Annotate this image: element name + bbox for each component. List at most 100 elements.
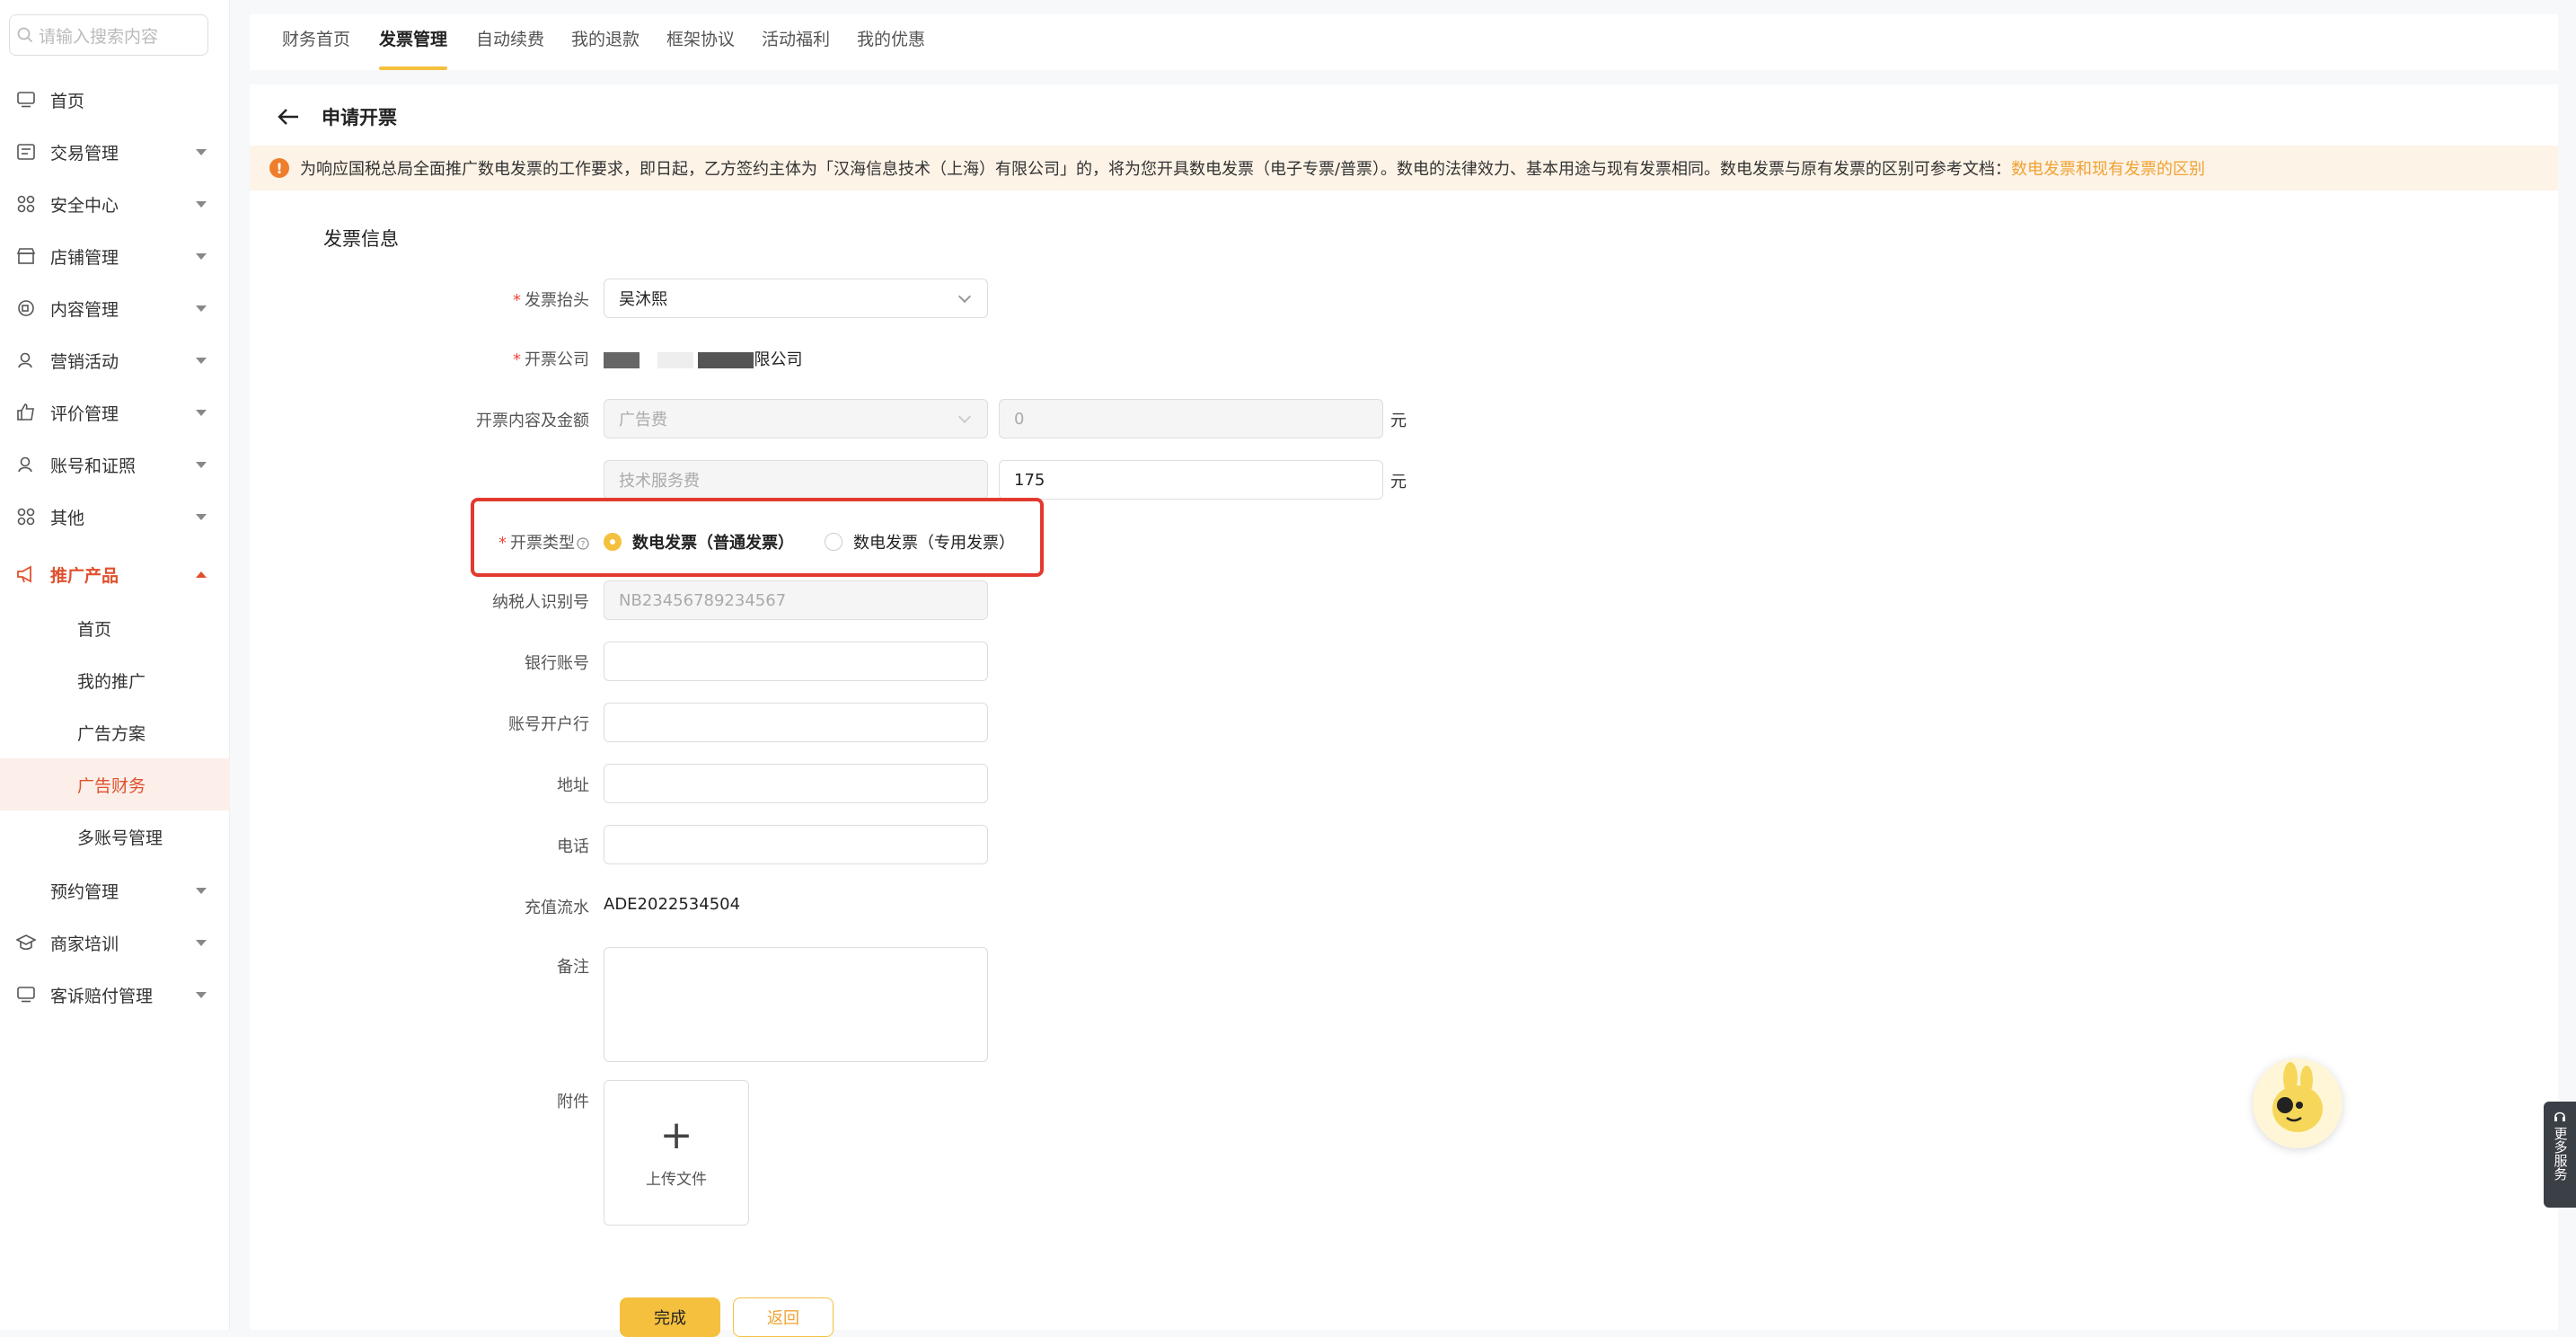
bank-name-label: 账号开户行 [508,715,589,734]
sidebar-item-label: 其他 [50,508,85,528]
chevron-down-icon [196,252,207,260]
sidebar-item-marketing[interactable]: 营销活动 [0,334,230,386]
chevron-down-icon [196,305,207,312]
tab-finance-home[interactable]: 财务首页 [282,14,350,70]
amount1-input: 0 [999,399,1383,438]
assistant-mascot-icon[interactable] [2253,1058,2342,1148]
invoice-title-label: * 发票抬头 [513,291,589,310]
sidebar-subitem-multi-account[interactable]: 多账号管理 [0,810,230,863]
megaphone-icon [16,564,36,584]
sidebar-subitem-my-promotion[interactable]: 我的推广 [0,654,230,706]
sidebar-item-content[interactable]: 内容管理 [0,282,230,334]
amount2-input[interactable]: 175 [999,460,1383,500]
sidebar-item-label: 评价管理 [50,403,119,424]
yuan-unit: 元 [1390,473,1407,491]
invoice-title-select[interactable]: 吴沐熙 [604,279,988,318]
sidebar-subitem-ad-finance[interactable]: 广告财务 [0,758,230,810]
back-button[interactable]: 返回 [733,1297,834,1337]
remark-textarea[interactable] [604,947,988,1062]
chevron-down-icon [196,461,207,468]
top-tabs: 财务首页 发票管理 自动续费 我的退款 框架协议 活动福利 我的优惠 [250,14,2558,70]
sidebar-subitem-ad-plan[interactable]: 广告方案 [0,706,230,758]
bank-name-input[interactable] [604,703,988,742]
sidebar-item-label: 营销活动 [50,351,119,372]
sidebar-item-security[interactable]: 安全中心 [0,178,230,230]
invoice-title-value: 吴沐熙 [619,290,667,309]
content2-select: 技术服务费 [604,460,988,500]
taxpayer-id-value: NB23456789234567 [619,590,787,610]
tab-auto-renew[interactable]: 自动续费 [476,14,544,70]
sidebar-item-training[interactable]: 商家培训 [0,916,230,969]
phone-input[interactable] [604,825,988,864]
chevron-down-icon [196,991,207,998]
chevron-down-icon [196,513,207,520]
sidebar-item-complaints[interactable]: 客诉赔付管理 [0,969,230,1021]
taxpayer-id-input: NB23456789234567 [604,580,988,620]
sidebar-item-trade[interactable]: 交易管理 [0,126,230,178]
tab-invoice-management[interactable]: 发票管理 [379,14,448,70]
search-input[interactable]: 请输入搜索内容 [9,14,208,56]
sidebar-item-other[interactable]: 其他 [0,491,230,543]
search-placeholder: 请输入搜索内容 [39,26,159,47]
tab-activity-benefits[interactable]: 活动福利 [762,14,830,70]
sidebar-item-label: 首页 [50,91,85,111]
highlight-box [471,498,1044,577]
yuan-unit: 元 [1390,412,1407,430]
sidebar-item-booking[interactable]: 预约管理 [0,864,230,916]
redacted-block [657,352,693,368]
school-icon [16,933,36,952]
page-title: 申请开票 [322,107,397,128]
chevron-down-icon [196,200,207,208]
content2-value: 技术服务费 [619,472,700,491]
recharge-flow-value: ADE2022534504 [604,895,741,914]
sidebar-item-promotion[interactable]: 推广产品 [0,548,230,600]
sidebar-item-label: 交易管理 [50,143,119,164]
plus-icon: + [659,1111,693,1158]
taxpayer-id-label: 纳税人识别号 [492,593,589,612]
back-arrow-icon[interactable] [277,107,300,127]
bank-account-input[interactable] [604,642,988,681]
upload-file-button[interactable]: + 上传文件 [604,1080,749,1226]
submit-button[interactable]: 完成 [620,1297,720,1337]
tab-my-refunds[interactable]: 我的退款 [571,14,640,70]
sidebar-item-label: 账号和证照 [50,456,137,476]
redacted-block [604,352,640,368]
content-icon [16,298,36,318]
headset-icon [2554,1111,2565,1121]
sidebar-item-label: 预约管理 [50,881,119,902]
sidebar-subitem-label: 多账号管理 [77,828,163,848]
remark-label: 备注 [557,958,589,977]
notice-link[interactable]: 数电发票和现有发票的区别 [2011,156,2205,180]
sidebar-subitem-home[interactable]: 首页 [0,602,230,654]
sidebar-item-home[interactable]: 首页 [0,74,230,126]
amount2-value: 175 [1014,470,1045,490]
user-icon [16,350,36,370]
sidebar: 请输入搜索内容 首页 交易管理 安全中心 店铺管理 内容管理 营销活动 评价管理… [0,0,230,1330]
chevron-down-icon [957,289,972,304]
sidebar-subitem-label: 我的推广 [77,671,146,692]
sidebar-item-store[interactable]: 店铺管理 [0,230,230,282]
store-icon [16,246,36,266]
grid-icon [16,507,36,527]
sidebar-item-label: 店铺管理 [50,247,119,268]
sidebar-subitem-label: 广告财务 [77,775,146,796]
account-icon [16,455,36,474]
page-header: 申请开票 [277,99,397,135]
chevron-down-icon [196,939,207,946]
redacted-block [698,352,754,368]
chevron-up-icon [196,571,207,578]
sidebar-item-account[interactable]: 账号和证照 [0,438,230,491]
more-services-button[interactable]: 更多服务 [2544,1102,2576,1208]
tab-framework-agreement[interactable]: 框架协议 [666,14,735,70]
sidebar-item-label: 推广产品 [50,565,119,586]
list-icon [16,142,36,162]
sidebar-subitem-label: 广告方案 [77,723,146,744]
sidebar-item-reviews[interactable]: 评价管理 [0,386,230,438]
notice-text: 为响应国税总局全面推广数电发票的工作要求，即日起，乙方签约主体为「汉海信息技术（… [300,160,2012,179]
content1-select: 广告费 [604,399,988,438]
tab-my-discounts[interactable]: 我的优惠 [857,14,925,70]
address-input[interactable] [604,764,988,803]
phone-label: 电话 [557,837,589,856]
chevron-down-icon [196,409,207,416]
issuing-company-value: 限公司 [604,347,802,370]
